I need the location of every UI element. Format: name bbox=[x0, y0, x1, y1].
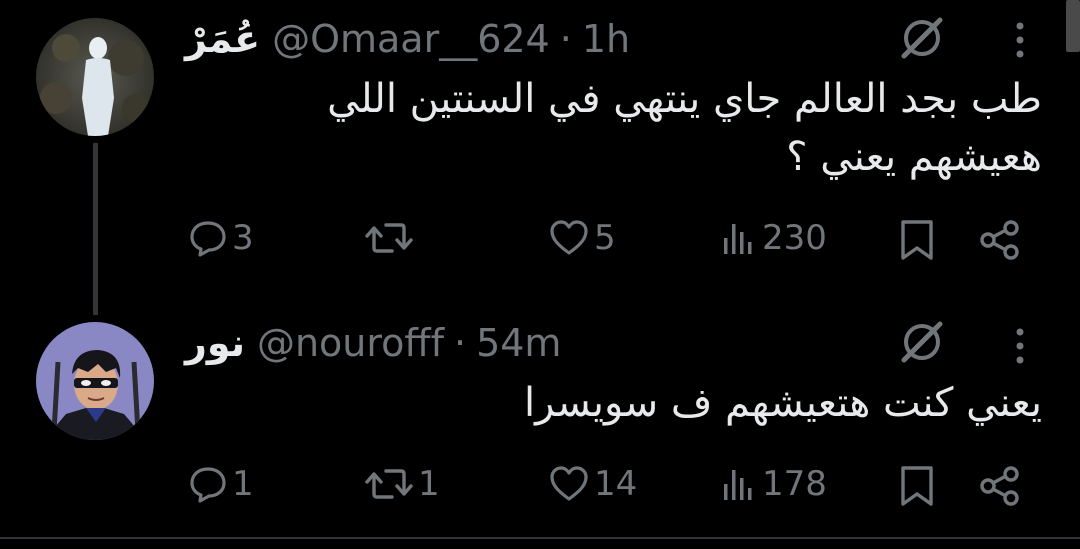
bookmark-icon bbox=[901, 220, 933, 260]
bottom-divider bbox=[0, 537, 1080, 549]
display-name[interactable]: عُمَرْ bbox=[185, 17, 260, 61]
reply-icon bbox=[190, 221, 226, 257]
retweet-button[interactable] bbox=[364, 218, 418, 258]
views-chart-icon bbox=[724, 224, 752, 254]
reply-count: 1 bbox=[232, 464, 254, 504]
bookmark-button[interactable] bbox=[898, 464, 936, 508]
share-icon bbox=[980, 466, 1019, 506]
reply-button[interactable]: 1 bbox=[188, 464, 254, 504]
heart-icon bbox=[550, 220, 588, 255]
tweet-header: نور @nourofff · 54m bbox=[185, 318, 561, 368]
view-count: 178 bbox=[762, 464, 827, 504]
views-button[interactable]: 178 bbox=[718, 464, 827, 504]
tweet-header: عُمَرْ @Omaar__624 · 1h bbox=[185, 14, 630, 64]
heart-icon bbox=[550, 466, 588, 501]
reply-icon bbox=[190, 467, 226, 503]
like-count: 5 bbox=[594, 218, 616, 258]
tweet-text: يعني كنت هتعيشهم ف سويسرا bbox=[523, 380, 1042, 426]
bookmark-button[interactable] bbox=[898, 218, 936, 262]
tweet-1[interactable]: عُمَرْ @Omaar__624 · 1h طب بجد العالم جا… bbox=[0, 0, 1080, 285]
views-chart-icon bbox=[724, 470, 752, 500]
user-handle[interactable]: @Omaar__624 bbox=[272, 17, 550, 61]
like-button[interactable]: 14 bbox=[548, 464, 637, 504]
retweet-button[interactable]: 1 bbox=[364, 464, 440, 504]
retweet-count: 1 bbox=[418, 464, 440, 504]
retweet-icon bbox=[365, 469, 413, 499]
view-count: 230 bbox=[762, 218, 827, 258]
reply-button[interactable]: 3 bbox=[188, 218, 254, 258]
timestamp[interactable]: 54m bbox=[476, 321, 561, 365]
separator-dot: · bbox=[559, 17, 572, 61]
retweet-icon bbox=[365, 223, 413, 253]
user-handle[interactable]: @nourofff bbox=[257, 321, 444, 365]
share-button[interactable] bbox=[978, 464, 1022, 508]
views-button[interactable]: 230 bbox=[718, 218, 827, 258]
silhouette-avatar-icon[interactable] bbox=[36, 18, 154, 136]
grok-icon[interactable] bbox=[898, 14, 946, 62]
reply-count: 3 bbox=[232, 218, 254, 258]
like-count: 14 bbox=[594, 464, 638, 504]
more-icon[interactable] bbox=[1010, 18, 1030, 62]
timestamp[interactable]: 1h bbox=[582, 17, 630, 61]
masked-character-avatar-icon[interactable] bbox=[36, 322, 154, 440]
grok-icon[interactable] bbox=[898, 318, 946, 366]
share-icon bbox=[980, 220, 1019, 260]
tweet-2[interactable]: نور @nourofff · 54m يعني كنت هتعيشهم ف س… bbox=[0, 300, 1080, 540]
bookmark-icon bbox=[901, 466, 933, 506]
like-button[interactable]: 5 bbox=[548, 218, 616, 258]
display-name[interactable]: نور bbox=[185, 321, 245, 365]
tweet-text: طب بجد العالم جاي ينتهي في السنتين اللي … bbox=[327, 76, 1042, 180]
separator-dot: · bbox=[453, 321, 467, 365]
share-button[interactable] bbox=[978, 218, 1022, 262]
more-icon[interactable] bbox=[1010, 324, 1030, 368]
